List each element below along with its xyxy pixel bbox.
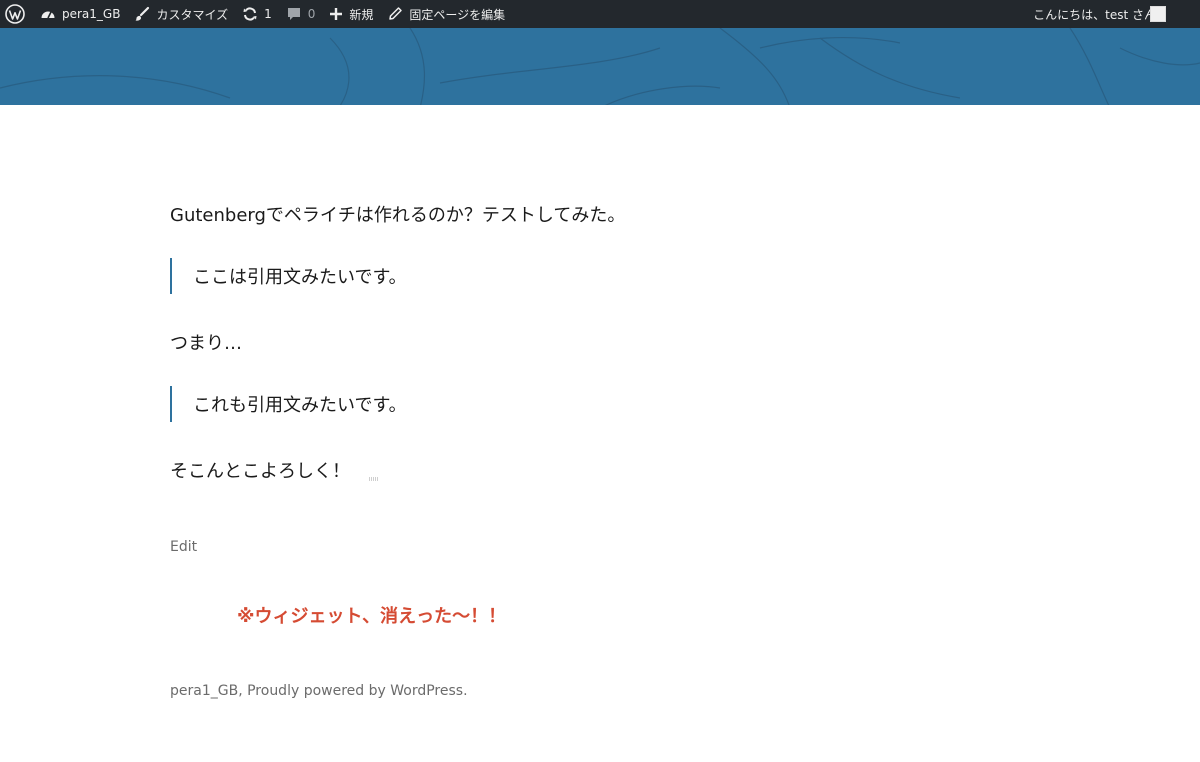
- wordpress-logo-menu[interactable]: [0, 0, 33, 28]
- post-paragraph: Gutenbergでペライチは作れるのか？テストしてみた。: [170, 205, 626, 226]
- quote-text: ここは引用文みたいです。: [193, 267, 407, 288]
- dashboard-icon: [41, 11, 55, 19]
- comments-count: 0: [307, 7, 316, 21]
- inline-image-placeholder: [369, 477, 379, 481]
- edit-page-label: 固定ページを編集: [409, 7, 506, 22]
- blockquote: ここは引用文みたいです。: [170, 258, 407, 294]
- edit-link[interactable]: Edit: [170, 539, 197, 555]
- comment-bubble-icon: [287, 8, 300, 20]
- post-paragraph: そこんとこよろしく！: [170, 461, 350, 482]
- updates-icon: [243, 7, 257, 21]
- footer-powered-by: , Proudly powered by WordPress.: [238, 683, 468, 699]
- pencil-icon: [389, 7, 403, 20]
- admin-bar: pera1_GB カスタマイズ 1 0 新規 固定ページを編集 こんにちは、te…: [0, 0, 1200, 28]
- avatar[interactable]: [1150, 6, 1166, 22]
- site-name-label: pera1_GB: [62, 7, 121, 21]
- comments-menu[interactable]: 0: [279, 0, 323, 28]
- widget-notice: ※ウィジェット、消えった〜！！: [237, 606, 507, 627]
- site-footer: pera1_GB, Proudly powered by WordPress.: [170, 683, 468, 699]
- footer-site-link[interactable]: pera1_GB: [170, 683, 238, 699]
- new-label: 新規: [349, 7, 374, 22]
- updates-count: 1: [264, 7, 272, 21]
- updates-menu[interactable]: 1: [235, 0, 279, 28]
- paintbrush-icon: [135, 6, 150, 21]
- quote-text: これも引用文みたいです。: [193, 395, 407, 416]
- edit-page-menu[interactable]: 固定ページを編集: [380, 0, 512, 28]
- customize-label: カスタマイズ: [156, 7, 229, 22]
- account-menu[interactable]: こんにちは、test さん: [1033, 0, 1200, 28]
- new-content-menu[interactable]: 新規: [322, 0, 380, 28]
- greeting-text: こんにちは、test さん: [1033, 7, 1156, 22]
- blockquote: これも引用文みたいです。: [170, 386, 407, 422]
- customize-menu[interactable]: カスタマイズ: [127, 0, 235, 28]
- site-name-menu[interactable]: pera1_GB: [33, 0, 127, 28]
- header-pattern: [0, 28, 1200, 105]
- wordpress-icon: [5, 4, 25, 24]
- header-image: [0, 28, 1200, 105]
- plus-icon: [330, 8, 343, 20]
- post-paragraph: つまり…: [170, 333, 242, 354]
